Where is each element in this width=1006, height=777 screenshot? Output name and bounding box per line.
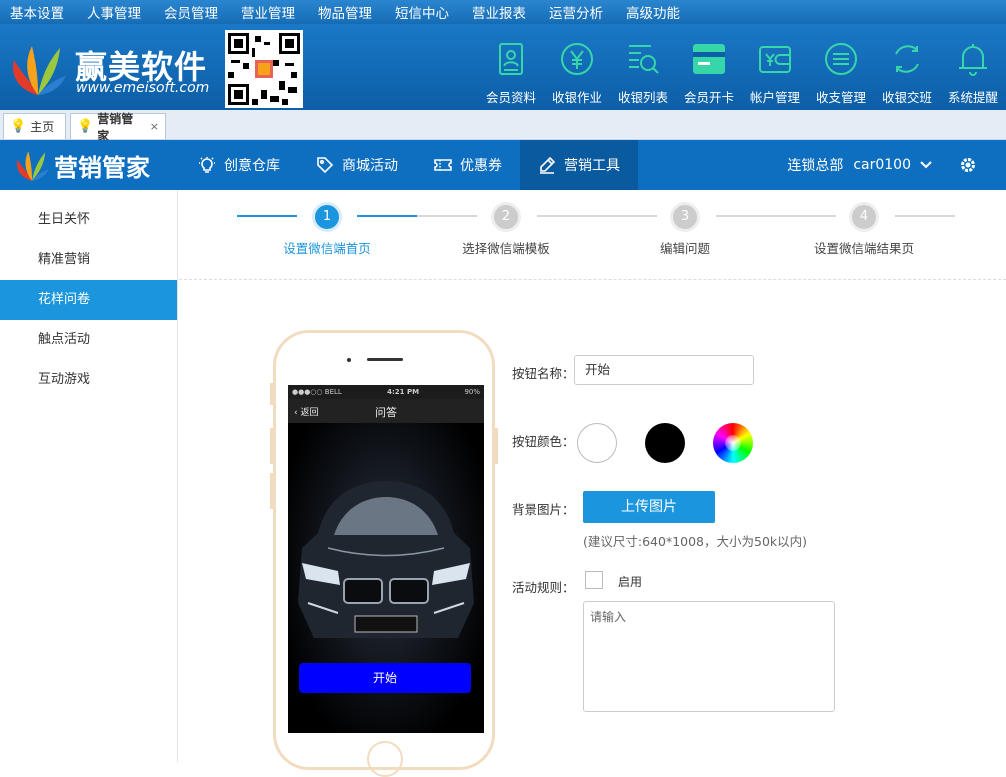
tab-mall-activity[interactable]: 商城活动 — [298, 140, 416, 190]
top-menu-item[interactable]: 短信中心 — [395, 2, 449, 22]
phone-start-button[interactable]: 开始 — [299, 663, 471, 693]
step-3[interactable]: 3 — [670, 202, 700, 232]
activity-rules-textarea[interactable]: 请输入 — [583, 601, 835, 712]
enable-label: 启用 — [618, 575, 643, 589]
top-menu-item[interactable]: 会员管理 — [164, 2, 218, 22]
card-icon — [693, 44, 725, 74]
brand-logo-icon — [13, 46, 66, 95]
step-2[interactable]: 2 — [491, 202, 521, 232]
shortcut-shift-handover[interactable]: 收银交班 — [874, 24, 940, 110]
user-area: 连锁总部 car0100 — [787, 140, 1006, 190]
brand-url: www.emeisoft.com — [76, 80, 210, 96]
sidebar: 生日关怀 精准营销 花样问卷 触点活动 互动游戏 — [0, 190, 178, 762]
top-menu-item[interactable]: 运营分析 — [549, 2, 603, 22]
button-name-label: 按钮名称： — [512, 366, 575, 381]
sidebar-item-survey[interactable]: 花样问卷 — [0, 280, 177, 320]
phone-preview: ●●●○○ BELL 4:21 PM 90% ‹ 返回 问答 开始 — [270, 330, 498, 777]
upload-image-button[interactable]: 上传图片 — [583, 491, 715, 523]
button-name-input[interactable]: 开始 — [574, 355, 754, 385]
phone-page-title: 问答 — [375, 406, 397, 419]
enable-checkbox[interactable] — [585, 571, 603, 589]
phone-nav-bar: ‹ 返回 问答 — [288, 399, 484, 423]
color-picker-rainbow[interactable] — [713, 423, 753, 463]
yen-coin-icon — [561, 43, 593, 75]
bg-image-label: 背景图片： — [512, 502, 575, 517]
wallet-icon — [759, 46, 791, 73]
phone-status-bar: ●●●○○ BELL 4:21 PM 90% — [288, 385, 484, 399]
shortcut-open-card[interactable]: 会员开卡 — [676, 24, 742, 110]
pen-icon — [540, 156, 556, 174]
top-menu-item[interactable]: 高级功能 — [626, 2, 680, 22]
activity-rules-label: 活动规则： — [512, 580, 575, 595]
step-4[interactable]: 4 — [849, 202, 879, 232]
app-header: 赢美软件 www.emeisoft.com 会员资料 收银作业 收银列表 会员开… — [0, 24, 1006, 110]
shortcut-system-alert[interactable]: 系统提醒 — [940, 24, 1006, 110]
step-1[interactable]: 1 — [312, 202, 342, 232]
tab-marketing[interactable]: 💡 营销管家 × — [70, 112, 166, 143]
qr-code — [225, 30, 303, 108]
bulb-icon: 💡 — [77, 119, 94, 134]
top-menu-item[interactable]: 营业管理 — [241, 2, 295, 22]
shortcut-account[interactable]: 帐户管理 — [742, 24, 808, 110]
top-menu-item[interactable]: 物品管理 — [318, 2, 372, 22]
gear-icon[interactable] — [959, 156, 977, 174]
tab-home[interactable]: 💡 主页 — [3, 113, 66, 139]
account-dropdown[interactable]: car0100 — [853, 157, 911, 173]
menu-circle-icon — [825, 43, 857, 75]
header-shortcuts: 会员资料 收银作业 收银列表 会员开卡 帐户管理 收支管理 收银交班 系统提醒 — [478, 24, 1006, 110]
member-profile-icon — [499, 43, 523, 75]
shortcut-cashier[interactable]: 收银作业 — [544, 24, 610, 110]
bulb-icon: 💡 — [10, 119, 27, 134]
shortcut-member-profile[interactable]: 会员资料 — [478, 24, 544, 110]
color-swatch-black[interactable] — [645, 423, 685, 463]
sidebar-item-touchpoint[interactable]: 触点活动 — [0, 320, 177, 360]
top-menu-item[interactable]: 基本设置 — [10, 2, 64, 22]
module-title: 营销管家 — [14, 146, 150, 184]
bell-icon — [959, 44, 987, 76]
module-tabs: 创意仓库 商城活动 优惠券 营销工具 — [180, 140, 638, 190]
refresh-circle-icon — [895, 45, 919, 73]
speaker-slot — [367, 358, 403, 361]
top-menu-item[interactable]: 人事管理 — [87, 2, 141, 22]
upload-hint: (建议尺寸:640*1008，大小为50k以内) — [583, 534, 808, 549]
ticket-icon — [434, 159, 452, 171]
wizard-steps: 1 2 3 4 设置微信端首页 选择微信端模板 编辑问题 设置微信端结果页 — [179, 190, 1006, 280]
step-label: 编辑问题 — [659, 241, 711, 256]
tab-marketing-tools[interactable]: 营销工具 — [520, 140, 638, 190]
shortcut-cashier-list[interactable]: 收银列表 — [610, 24, 676, 110]
brand-logo-icon — [17, 151, 49, 181]
shortcut-income-expense[interactable]: 收支管理 — [808, 24, 874, 110]
chevron-down-icon[interactable] — [919, 158, 933, 172]
top-menu: 基本设置 人事管理 会员管理 营业管理 物品管理 短信中心 营业报表 运营分析 … — [0, 0, 1006, 24]
home-button — [367, 741, 403, 777]
bulb-icon — [199, 157, 215, 173]
close-icon[interactable]: × — [150, 120, 159, 133]
tag-icon — [317, 157, 334, 174]
sidebar-item-birthday[interactable]: 生日关怀 — [0, 200, 177, 240]
sidebar-item-precision[interactable]: 精准营销 — [0, 240, 177, 280]
phone-screen: ●●●○○ BELL 4:21 PM 90% ‹ 返回 问答 开始 — [288, 385, 484, 733]
tab-coupon[interactable]: 优惠券 — [416, 140, 520, 190]
step-label: 选择微信端模板 — [462, 241, 550, 256]
sidebar-item-games[interactable]: 互动游戏 — [0, 360, 177, 400]
step-label: 设置微信端结果页 — [813, 241, 915, 256]
button-color-label: 按钮颜色： — [512, 434, 575, 449]
tab-creative-warehouse[interactable]: 创意仓库 — [180, 140, 298, 190]
color-swatch-white[interactable] — [577, 423, 617, 463]
tab-bar: 💡 主页 💡 营销管家 × — [0, 110, 1006, 143]
module-nav-bar: 营销管家 创意仓库 商城活动 优惠券 营销工具 连锁总部 car0100 — [0, 140, 1006, 190]
step-label: 设置微信端首页 — [283, 241, 371, 256]
store-name: 连锁总部 — [787, 158, 844, 174]
top-menu-item[interactable]: 营业报表 — [472, 2, 526, 22]
list-search-icon — [629, 45, 659, 74]
camera-dot — [347, 358, 351, 362]
